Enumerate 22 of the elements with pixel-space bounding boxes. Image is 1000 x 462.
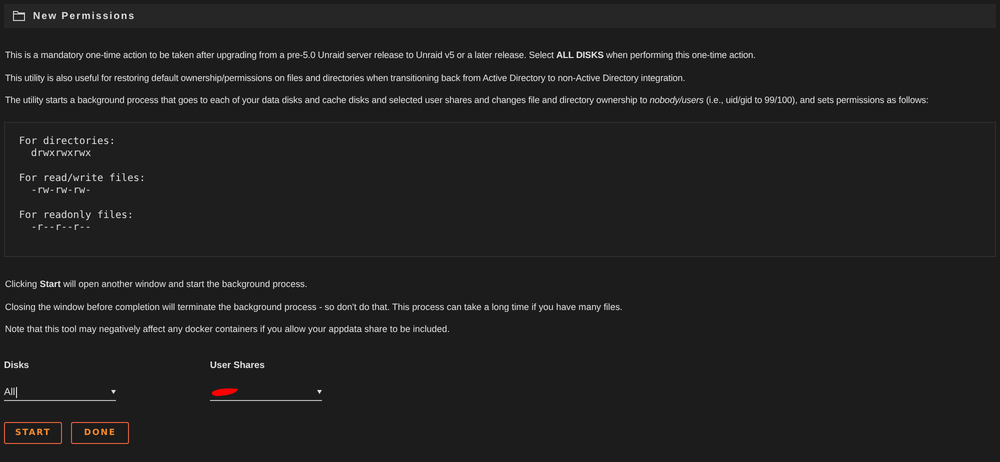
section-title: New Permissions: [33, 10, 136, 22]
caret-icon: [317, 390, 322, 394]
note-text: Clicking Start will open another window and start the background process.: [5, 279, 308, 290]
field-label: User Shares: [210, 359, 266, 370]
code-label: For readonly files:: [19, 210, 134, 222]
description-text: This is a mandatory one-time action to be taken after upgrading from a pre-5.0 Unraid server release to Unraid v5 or a later release. Select ALL DISKS when performing this one-time action.: [5, 50, 757, 61]
action-button[interactable]: START: [4, 422, 62, 444]
dropdown-field[interactable]: All: [4, 384, 116, 401]
code-label: For directories:: [19, 136, 116, 148]
permission-mode: -r--r--r--: [30, 222, 92, 234]
description-text: This utility is also useful for restoring default ownership/permissions on files and directories when transitioning back from Active Directory to non-Active Directory integration.: [5, 72, 686, 84]
folder-icon: [13, 11, 25, 21]
note-text: Note that this tool may negatively affect any docker containers if you allow your appdata share to be included.: [5, 324, 451, 335]
permission-mode: drwxrwxrwx: [30, 148, 92, 160]
redaction-mark: [210, 387, 240, 397]
description-text: The utility starts a background process that goes to each of your data disks and cache disks and selected user shares and changes file and directory ownership to nobody/users (i.e., uid/gid to 99/100), and sets permissions as follows:: [5, 95, 930, 106]
caret-icon: [111, 390, 116, 394]
code-label: For read/write files:: [19, 173, 146, 185]
field-label: Disks: [4, 359, 30, 370]
note-text: Closing the window before completion will terminate the background process - so don't do that. This process can take a long time if you have many files.: [5, 302, 624, 312]
action-button[interactable]: DONE: [71, 422, 129, 444]
permission-mode: -rw-rw-rw-: [30, 185, 92, 197]
